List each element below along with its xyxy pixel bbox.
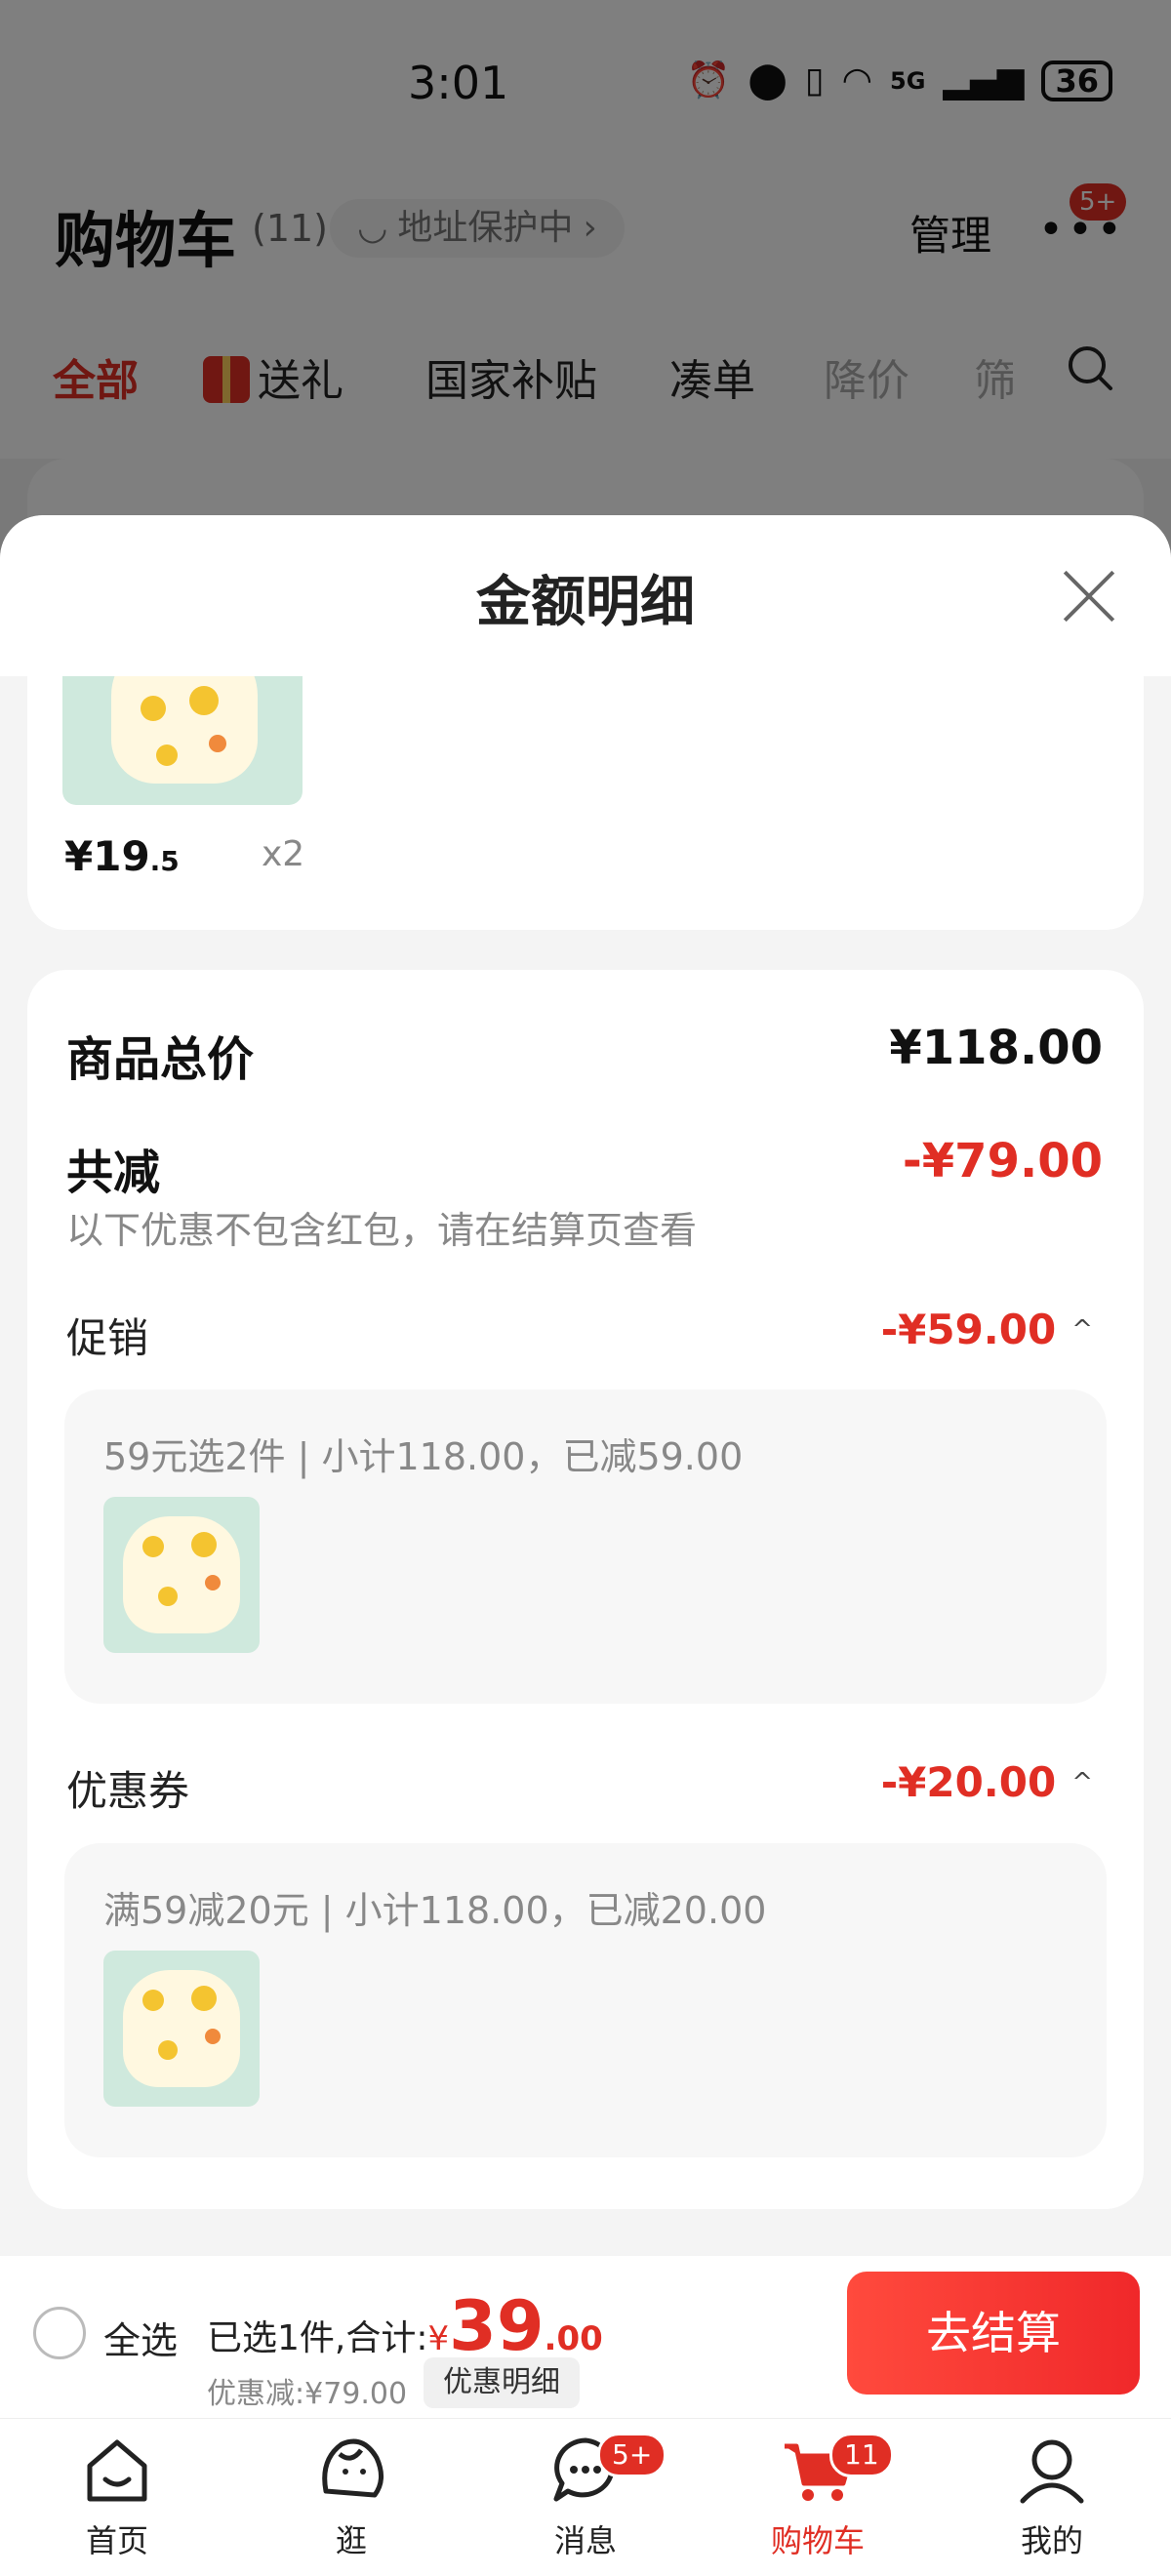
tab-label: 首页	[85, 2522, 148, 2559]
product-thumbnail	[62, 676, 303, 805]
product-thumbnail	[103, 1951, 260, 2107]
total-summary: 已选1件,合计: ¥ 39 .00	[207, 2286, 603, 2366]
tab-messages[interactable]: 消息 5+	[507, 2431, 667, 2561]
tab-cart[interactable]: 购物车 11	[740, 2431, 896, 2561]
chevron-up-icon: ^	[1071, 1315, 1093, 1345]
tab-label: 购物车	[770, 2522, 865, 2559]
product-thumbnail	[103, 1497, 260, 1653]
amount-detail-sheet: 金额明细 ¥19.5 x2 商品总价 ¥118.00 共减 -¥79.00 以下…	[0, 515, 1171, 2256]
item-price-main: ¥19	[64, 832, 150, 880]
sheet-title: 金额明细	[476, 571, 695, 634]
promotion-value: -¥59.00	[880, 1306, 1057, 1353]
reduction-value: -¥79.00	[902, 1134, 1103, 1188]
checkout-bar: 全选 已选1件,合计: ¥ 39 .00 优惠减:¥79.00 优惠明细 去结算	[0, 2256, 1171, 2418]
total-currency: ¥	[427, 2319, 450, 2358]
browse-face-icon	[322, 2438, 384, 2498]
tab-home[interactable]: 首页	[39, 2431, 195, 2561]
promotion-detail-box: 59元选2件 | 小计118.00，已减59.00	[64, 1389, 1107, 1704]
discount-text: 优惠减:¥79.00	[207, 2377, 408, 2411]
bottom-tab-bar: 首页 逛 消息 5+ 购物车 11 我的	[0, 2418, 1171, 2576]
total-amount: 39	[449, 2286, 545, 2366]
tab-label: 逛	[335, 2522, 367, 2559]
item-price: ¥19.5	[64, 832, 180, 880]
sheet-header: 金额明细	[0, 515, 1171, 676]
promotion-toggle[interactable]: -¥59.00 ^	[881, 1306, 1093, 1353]
tab-profile[interactable]: 我的	[974, 2431, 1130, 2561]
total-label: 商品总价	[66, 1032, 255, 1087]
coupon-desc: 满59减20元 | 小计118.00，已减20.00	[103, 1889, 767, 1932]
cart-badge: 11	[829, 2433, 894, 2477]
chevron-up-icon: ^	[1071, 1768, 1093, 1797]
home-icon	[87, 2439, 147, 2502]
selected-text: 已选1件,合计:	[207, 2318, 428, 2358]
promotion-label: 促销	[66, 1314, 149, 1362]
tab-browse[interactable]: 逛	[273, 2431, 429, 2561]
coupon-label: 优惠券	[66, 1767, 190, 1815]
coupon-toggle[interactable]: -¥20.00 ^	[881, 1758, 1093, 1806]
close-icon[interactable]	[1060, 566, 1118, 624]
messages-badge: 5+	[597, 2433, 667, 2477]
tab-label: 我的	[1020, 2522, 1083, 2559]
reduction-hint: 以下优惠不包含红包，请在结算页查看	[66, 1209, 698, 1252]
total-value: ¥118.00	[889, 1021, 1103, 1075]
coupon-detail-box: 满59减20元 | 小计118.00，已减20.00	[64, 1843, 1107, 2157]
user-icon	[1020, 2439, 1084, 2504]
checkout-button[interactable]: 去结算	[847, 2272, 1140, 2395]
coupon-value: -¥20.00	[880, 1758, 1057, 1806]
goods-card: ¥19.5 x2	[27, 676, 1144, 930]
promotion-desc: 59元选2件 | 小计118.00，已减59.00	[103, 1435, 744, 1478]
select-all-checkbox[interactable]	[33, 2307, 86, 2359]
total-decimal: .00	[544, 2319, 603, 2358]
select-all-label[interactable]: 全选	[103, 2311, 178, 2364]
amount-detail-card: 商品总价 ¥118.00 共减 -¥79.00 以下优惠不包含红包，请在结算页查…	[27, 970, 1144, 2209]
item-quantity: x2	[262, 834, 305, 874]
tab-label: 消息	[553, 2522, 617, 2559]
discount-detail-button[interactable]: 优惠明细	[424, 2357, 580, 2408]
item-price-decimal: .5	[149, 845, 180, 877]
reduction-label: 共减	[66, 1146, 161, 1200]
